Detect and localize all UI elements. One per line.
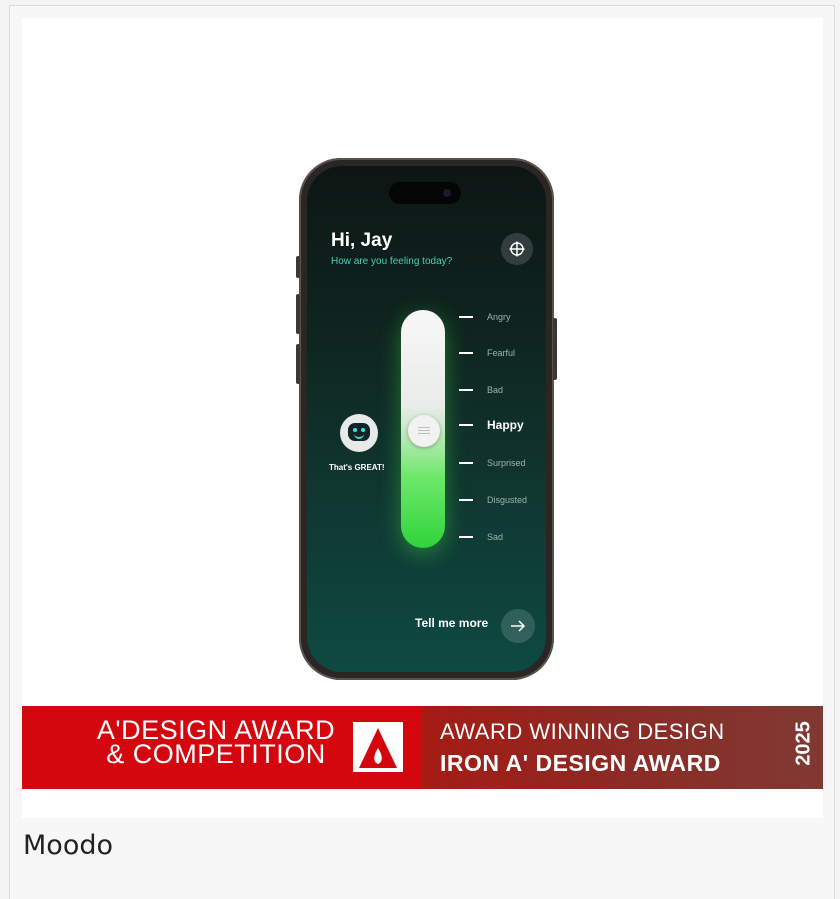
mood-label: Bad (487, 385, 504, 395)
tick-mark (459, 316, 473, 318)
a-design-logo-icon (353, 722, 403, 772)
phone-power-button (553, 318, 557, 380)
mood-label: Surprised (487, 458, 526, 468)
mood-option-angry[interactable]: Angry (459, 310, 511, 324)
award-name-line2: & COMPETITION (106, 739, 326, 769)
robot-caption: That's GREAT! (329, 463, 385, 472)
award-banner-right: AWARD WINNING DESIGN IRON A' DESIGN AWAR… (422, 706, 823, 789)
phone-mockup: Hi, Jay How are you feeling today? That'… (296, 158, 557, 680)
tick-mark (459, 352, 473, 354)
mood-scale: Angry Fearful Bad Happy Surprised Disgus… (459, 166, 546, 672)
award-banner: A'DESIGN AWARD & COMPETITION AWARD WINNI… (22, 706, 823, 789)
greeting-subtitle: How are you feeling today? (331, 256, 453, 267)
product-image[interactable]: Hi, Jay How are you feeling today? That'… (22, 18, 823, 818)
tick-mark (459, 424, 473, 426)
mood-option-happy[interactable]: Happy (459, 418, 524, 432)
mood-option-surprised[interactable]: Surprised (459, 456, 526, 470)
award-banner-left: A'DESIGN AWARD & COMPETITION (22, 706, 422, 789)
phone-volume-down-button (296, 344, 300, 384)
tell-me-more-button[interactable] (501, 609, 535, 643)
mood-option-fearful[interactable]: Fearful (459, 346, 515, 360)
product-title[interactable]: Moodo (23, 830, 113, 861)
arrow-right-icon (511, 620, 526, 632)
tick-mark (459, 462, 473, 464)
mood-option-bad[interactable]: Bad (459, 383, 503, 397)
tick-mark (459, 536, 473, 538)
mood-option-sad[interactable]: Sad (459, 530, 503, 544)
award-level-text: IRON A' DESIGN AWARD (440, 750, 721, 776)
award-winning-text: AWARD WINNING DESIGN (440, 719, 725, 744)
award-card: Hi, Jay How are you feeling today? That'… (9, 5, 835, 899)
phone-volume-up-button (296, 294, 300, 334)
award-year: 2025 (792, 721, 815, 766)
mood-label-selected: Happy (487, 418, 524, 432)
mood-label: Disgusted (487, 495, 528, 505)
tell-me-more-label[interactable]: Tell me more (415, 616, 488, 630)
phone-screen: Hi, Jay How are you feeling today? That'… (307, 166, 546, 672)
mood-slider-handle[interactable] (408, 415, 440, 447)
robot-mascot-icon (340, 414, 378, 452)
greeting-heading: Hi, Jay (331, 230, 393, 251)
phone-action-button (296, 256, 300, 278)
mood-label: Sad (487, 532, 504, 542)
dynamic-island (389, 182, 461, 204)
tick-mark (459, 389, 473, 391)
mood-label: Fearful (487, 348, 516, 358)
mood-label: Angry (487, 312, 511, 322)
mood-option-disgusted[interactable]: Disgusted (459, 493, 527, 507)
tick-mark (459, 499, 473, 501)
